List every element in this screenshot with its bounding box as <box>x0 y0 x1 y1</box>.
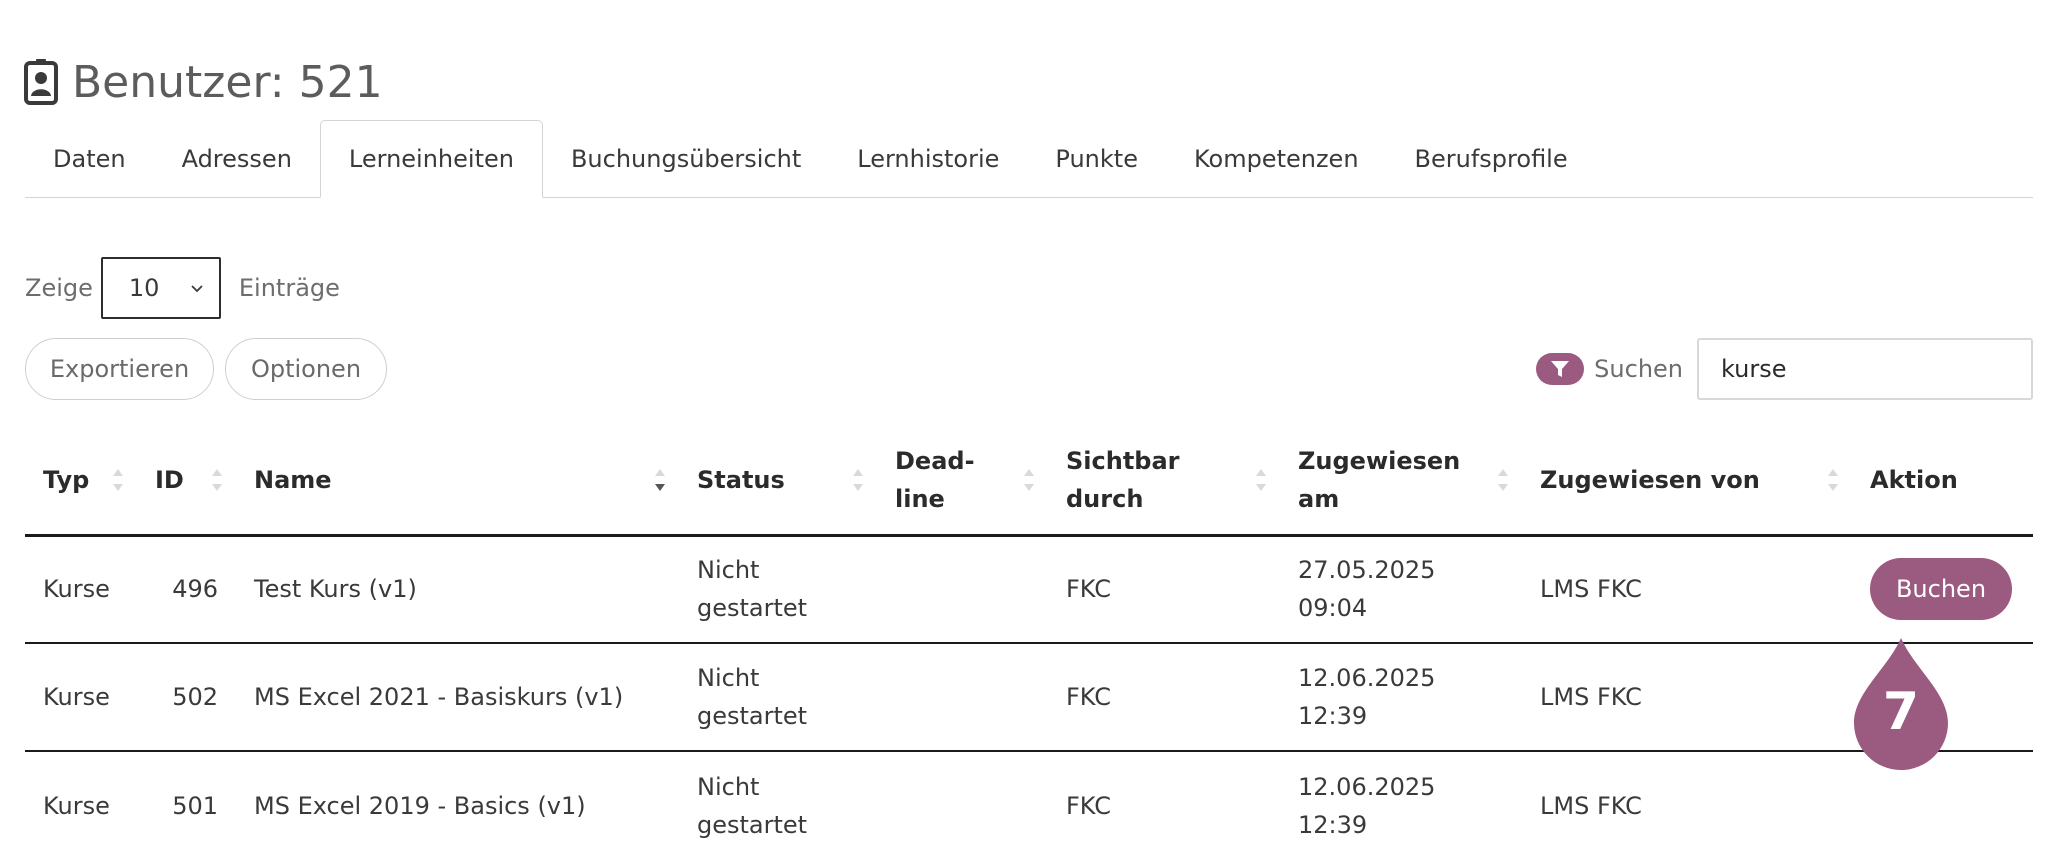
sort-icon <box>1256 468 1266 491</box>
buchen-button[interactable]: Buchen <box>1870 558 2012 621</box>
tab-buchungsuebersicht[interactable]: Buchungsübersicht <box>543 120 829 197</box>
table-row: Kurse 502 MS Excel 2021 - Basiskurs (v1)… <box>25 643 2033 752</box>
column-header-typ[interactable]: Typ <box>25 426 137 537</box>
page-length-control: Zeige 10 Einträge <box>25 256 340 320</box>
sort-icon <box>1024 468 1034 491</box>
column-header-deadline[interactable]: Dead-line <box>877 426 1048 537</box>
sort-desc-icon <box>655 468 665 491</box>
cell-deadline <box>877 643 1048 752</box>
contact-card-icon <box>24 59 58 105</box>
cell-name: Test Kurs (v1) <box>236 535 679 644</box>
column-header-name[interactable]: Name <box>236 426 679 537</box>
column-header-id[interactable]: ID <box>137 426 236 537</box>
sort-icon <box>212 468 222 491</box>
tab-lernhistorie[interactable]: Lernhistorie <box>829 120 1027 197</box>
search-input[interactable] <box>1697 338 2033 400</box>
cell-zugewiesen-von: LMS FKC <box>1522 643 1852 752</box>
sort-icon <box>1498 468 1508 491</box>
search-area: Suchen <box>1536 338 2033 400</box>
cell-name: MS Excel 2021 - Basiskurs (v1) <box>236 643 679 752</box>
table-header-row: Typ ID Name Status Dead-line Sichtbar dur… <box>25 426 2033 537</box>
column-header-status[interactable]: Status <box>679 426 877 537</box>
search-label: Suchen <box>1594 355 1683 383</box>
cell-status: Nicht gestartet <box>679 535 877 644</box>
tab-daten[interactable]: Daten <box>25 120 154 197</box>
cell-sichtbar: FKC <box>1048 643 1280 752</box>
cell-typ: Kurse <box>25 643 137 752</box>
column-header-sichtbar-durch[interactable]: Sichtbar durch <box>1048 426 1280 537</box>
chevron-down-icon <box>191 285 203 293</box>
length-suffix: Einträge <box>238 274 340 302</box>
cell-zugewiesen-von: LMS FKC <box>1522 535 1852 644</box>
cell-zugewiesen-am: 27.05.2025 09:04 <box>1280 535 1522 644</box>
cell-aktion: Buchen <box>1852 535 2033 644</box>
table-row: Kurse 496 Test Kurs (v1) Nicht gestartet … <box>25 535 2033 644</box>
sort-icon <box>853 468 863 491</box>
cell-id: 502 <box>137 643 236 752</box>
export-button[interactable]: Exportieren <box>25 338 214 400</box>
length-prefix: Zeige <box>25 274 93 302</box>
page-length-select[interactable]: 10 <box>100 257 221 319</box>
column-header-aktion: Aktion <box>1852 426 2033 537</box>
tab-adressen[interactable]: Adressen <box>154 120 320 197</box>
cell-id: 496 <box>137 535 236 644</box>
cell-zugewiesen-am: 12.06.2025 12:39 <box>1280 643 1522 752</box>
filter-icon[interactable] <box>1536 353 1585 385</box>
sort-icon <box>113 468 123 491</box>
learning-units-table: Typ ID Name Status Dead-line Sichtbar dur… <box>25 426 2033 859</box>
cell-sichtbar: FKC <box>1048 535 1280 644</box>
column-header-zugewiesen-am[interactable]: Zugewiesen am <box>1280 426 1522 537</box>
tab-kompetenzen[interactable]: Kompetenzen <box>1166 120 1387 197</box>
step-marker-number: 7 <box>1882 682 1920 742</box>
tab-punkte[interactable]: Punkte <box>1027 120 1166 197</box>
page-title-text: Benutzer: 521 <box>72 56 383 108</box>
tab-lerneinheiten[interactable]: Lerneinheiten <box>319 120 543 198</box>
column-header-zugewiesen-von[interactable]: Zugewiesen von <box>1522 426 1852 537</box>
tab-bar: Daten Adressen Lerneinheiten Buchungsübe… <box>25 120 2033 198</box>
page-length-value: 10 <box>128 274 160 302</box>
tab-berufsprofile[interactable]: Berufsprofile <box>1387 120 1596 197</box>
step-marker: 7 <box>1854 638 1948 770</box>
sort-icon <box>1828 468 1838 491</box>
options-button[interactable]: Optionen <box>225 338 387 400</box>
cell-deadline <box>877 535 1048 644</box>
cell-typ: Kurse <box>25 535 137 644</box>
page-title: Benutzer: 521 <box>24 52 383 112</box>
cell-status: Nicht gestartet <box>679 643 877 752</box>
